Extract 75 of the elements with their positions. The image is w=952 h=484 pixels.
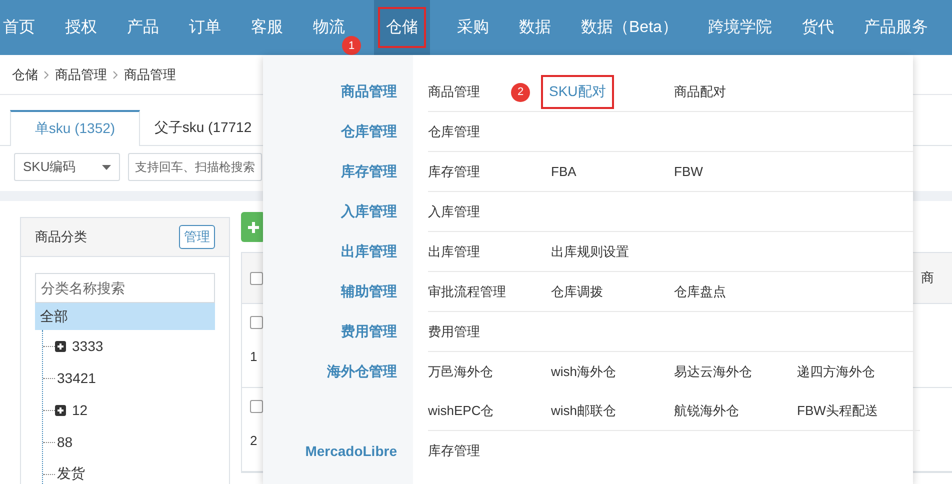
menu-item[interactable]: FBW头程配送	[797, 402, 878, 420]
chevron-icon	[113, 70, 118, 78]
plus-icon	[248, 222, 258, 232]
menu-group-title: 海外仓管理	[326, 362, 398, 380]
menu-item[interactable]: 仓库盘点	[674, 282, 726, 300]
menu-item[interactable]: 商品管理	[428, 82, 480, 100]
menu-item[interactable]: 航锐海外仓	[674, 402, 739, 420]
tree-item[interactable]: 12	[70, 400, 90, 420]
checkbox[interactable]	[250, 316, 263, 329]
panel-title: 商品分类	[35, 228, 87, 246]
plus-icon[interactable]	[55, 404, 66, 416]
plus-icon[interactable]	[55, 340, 66, 352]
field-select[interactable]: SKU编码	[14, 153, 120, 181]
nav-item[interactable]: 产品	[127, 17, 159, 38]
checkbox[interactable]	[250, 400, 263, 413]
menu-item[interactable]: wishEPC仓	[428, 402, 494, 420]
menu-item[interactable]: 库存管理	[428, 162, 480, 180]
nav-item[interactable]: 货代	[802, 17, 834, 38]
menu-item[interactable]: wish海外仓	[551, 362, 616, 380]
nav-item[interactable]: 首页	[3, 17, 35, 38]
menu-item[interactable]: 仓库调拨	[551, 282, 603, 300]
menu-item[interactable]: 库存管理	[428, 442, 480, 460]
menu-group-title: 仓库管理	[340, 122, 398, 140]
step-badge: 2	[511, 82, 530, 102]
nav-item[interactable]: 数据	[519, 17, 551, 38]
menu-item[interactable]: 递四方海外仓	[797, 362, 875, 380]
nav-item[interactable]: 产品服务	[864, 17, 928, 38]
menu-item[interactable]: 费用管理	[428, 322, 480, 340]
nav-item[interactable]: 采购	[457, 17, 489, 38]
caret-icon	[102, 164, 111, 170]
menu-item[interactable]: wish邮联仓	[551, 402, 616, 420]
chevron-icon	[44, 70, 49, 78]
nav-item[interactable]: 跨境学院	[708, 17, 772, 38]
search-field[interactable]: 分类名称搜索	[35, 273, 215, 303]
menu-group-title: 出库管理	[340, 242, 398, 260]
menu-item[interactable]: 仓库管理	[428, 122, 480, 140]
menu-group-title: 费用管理	[340, 322, 398, 340]
menu-group-title: 入库管理	[340, 202, 398, 220]
table-cell-text: 2	[250, 433, 258, 448]
tab[interactable]: 单sku (1352)	[10, 110, 140, 146]
menu-item[interactable]: SKU配对	[541, 74, 614, 108]
tree-item[interactable]: 发货	[55, 463, 87, 484]
tab[interactable]: 父子sku (17712	[140, 110, 266, 145]
nav-item[interactable]: 客服	[251, 17, 283, 38]
add-button[interactable]	[241, 212, 265, 242]
table-cell-text: 1	[250, 349, 258, 364]
checkbox[interactable]	[250, 272, 263, 284]
menu-item[interactable]: FBA	[551, 164, 576, 179]
menu-group-title: 库存管理	[340, 162, 398, 180]
tree-item[interactable]: 全部	[35, 303, 215, 330]
menu-group-title: 商品管理	[340, 82, 398, 100]
menu-item[interactable]: 入库管理	[428, 202, 480, 220]
breadcrumb-item[interactable]: 仓储	[12, 66, 38, 84]
nav-item[interactable]: 物流	[313, 17, 345, 38]
tree-item[interactable]: 33421	[55, 368, 98, 388]
menu-group-title: 辅助管理	[340, 282, 398, 300]
nav-item[interactable]: 授权	[65, 17, 97, 38]
search-field[interactable]: 支持回车、扫描枪搜索	[128, 153, 262, 181]
tree-item[interactable]: 3333	[70, 336, 106, 356]
menu-item[interactable]: 商品配对	[674, 82, 726, 100]
menu-group-title: MercadoLibre	[304, 442, 398, 460]
menu-item[interactable]: FBW	[674, 164, 703, 179]
step-badge: 1	[342, 36, 361, 55]
menu-item[interactable]: 出库规则设置	[551, 242, 629, 260]
column-header: 商	[921, 269, 934, 287]
breadcrumb-item[interactable]: 商品管理	[55, 66, 107, 84]
tree-item[interactable]: 88	[55, 432, 75, 452]
menu-item[interactable]: 易达云海外仓	[674, 362, 752, 380]
menu-item[interactable]: 出库管理	[428, 242, 480, 260]
menu-item[interactable]: 审批流程管理	[428, 282, 506, 300]
nav-item[interactable]: 订单	[189, 17, 221, 38]
nav-item[interactable]: 数据（Beta）	[581, 17, 678, 38]
menu-item[interactable]: 万邑海外仓	[428, 362, 493, 380]
breadcrumb-item[interactable]: 商品管理	[124, 66, 176, 84]
manage-button[interactable]: 管理	[179, 225, 215, 249]
